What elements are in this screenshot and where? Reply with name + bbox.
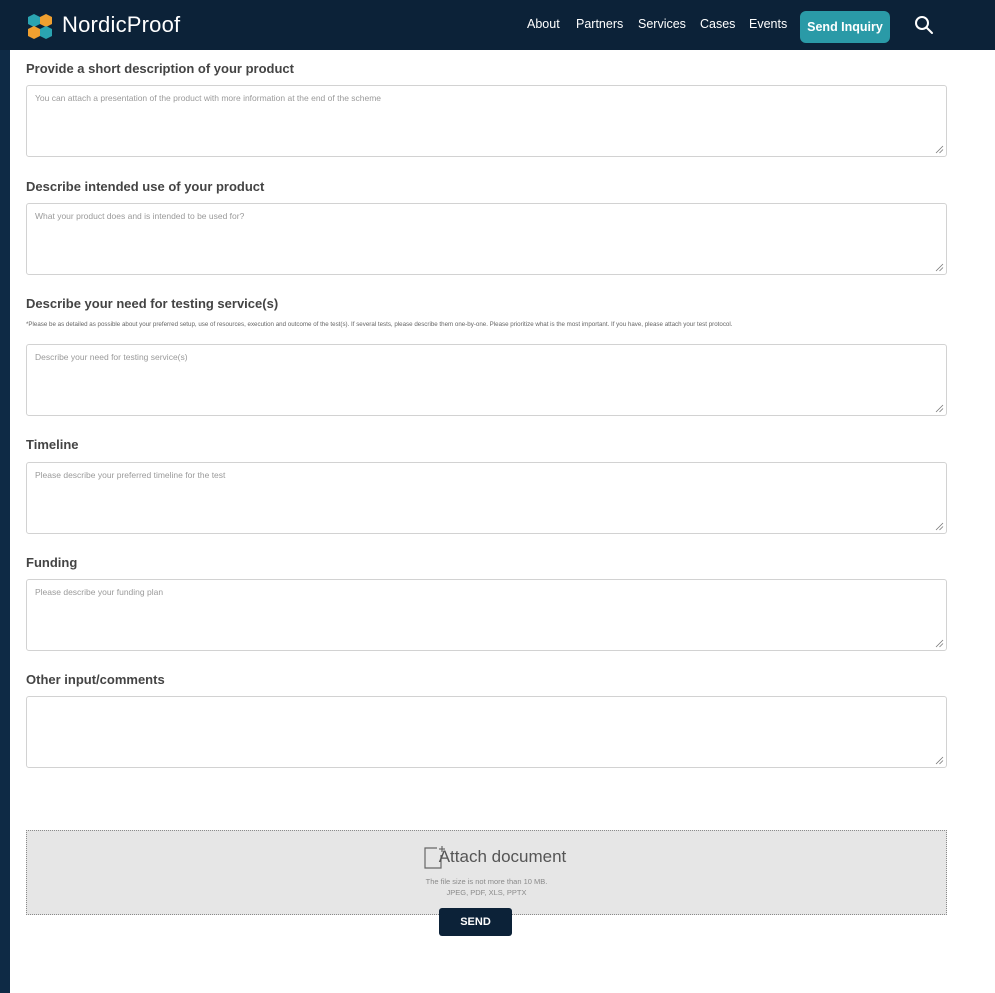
resize-handle-icon[interactable]	[935, 522, 944, 531]
nav-partners[interactable]: Partners	[576, 17, 623, 31]
testing-need-textarea[interactable]: Describe your need for testing service(s…	[26, 344, 947, 416]
testing-need-label: Describe your need for testing service(s…	[26, 296, 279, 311]
nav-events[interactable]: Events	[749, 17, 787, 31]
inquiry-form: Provide a short description of your prod…	[10, 50, 995, 993]
attach-document-dropzone[interactable]: Attach document The file size is not mor…	[26, 830, 947, 915]
other-comments-textarea[interactable]	[26, 696, 947, 768]
attach-formats-note: JPEG, PDF, XLS, PPTX	[446, 888, 527, 897]
timeline-placeholder: Please describe your preferred timeline …	[35, 470, 226, 480]
product-description-label: Provide a short description of your prod…	[26, 61, 294, 76]
nav-cases[interactable]: Cases	[700, 17, 735, 31]
nav-services[interactable]: Services	[638, 17, 686, 31]
intended-use-label: Describe intended use of your product	[26, 179, 265, 194]
product-description-placeholder: You can attach a presentation of the pro…	[35, 93, 382, 103]
resize-handle-icon[interactable]	[935, 404, 944, 413]
funding-textarea[interactable]: Please describe your funding plan	[26, 579, 947, 651]
brand-name[interactable]: NordicProof	[62, 12, 180, 38]
resize-handle-icon[interactable]	[935, 145, 944, 154]
intended-use-placeholder: What your product does and is intended t…	[35, 211, 245, 221]
resize-handle-icon[interactable]	[935, 263, 944, 272]
nordicproof-logo-icon[interactable]	[24, 12, 56, 40]
testing-need-placeholder: Describe your need for testing service(s…	[35, 352, 188, 362]
nav-about[interactable]: About	[527, 17, 560, 31]
timeline-label: Timeline	[26, 437, 79, 452]
search-icon[interactable]	[914, 15, 934, 35]
testing-need-hint: *Please be as detailed as possible about…	[26, 321, 733, 328]
site-header: NordicProof About Partners Services Case…	[0, 0, 995, 50]
product-description-textarea[interactable]: You can attach a presentation of the pro…	[26, 85, 947, 157]
funding-placeholder: Please describe your funding plan	[35, 587, 164, 597]
resize-handle-icon[interactable]	[935, 756, 944, 765]
other-comments-label: Other input/comments	[26, 672, 165, 687]
attach-document-title: Attach document	[438, 847, 567, 866]
send-inquiry-button[interactable]: Send Inquiry	[800, 11, 890, 43]
attach-size-note: The file size is not more than 10 MB.	[425, 877, 548, 886]
funding-label: Funding	[26, 555, 78, 570]
resize-handle-icon[interactable]	[935, 639, 944, 648]
intended-use-textarea[interactable]: What your product does and is intended t…	[26, 203, 947, 275]
send-button[interactable]: SEND	[439, 908, 512, 936]
timeline-textarea[interactable]: Please describe your preferred timeline …	[26, 462, 947, 534]
